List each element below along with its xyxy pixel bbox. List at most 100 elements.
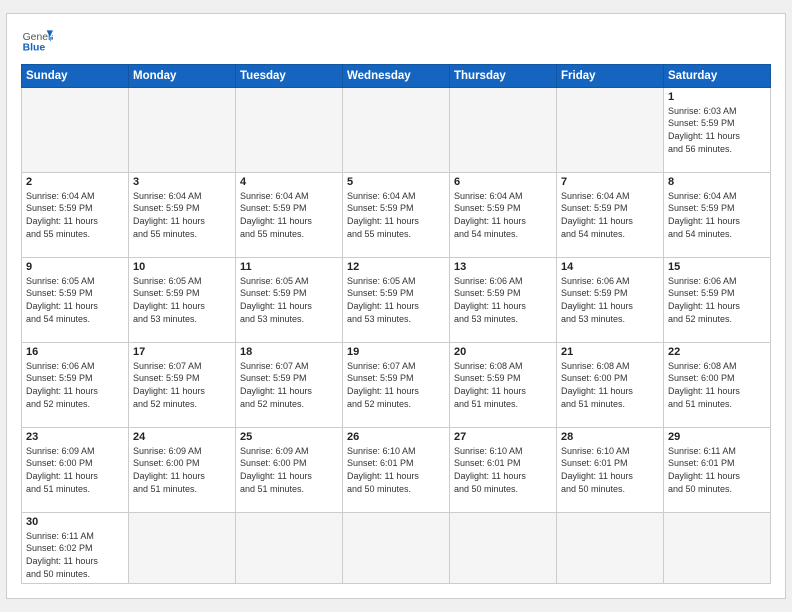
logo: General Blue: [21, 24, 53, 56]
day-number: 23: [26, 431, 124, 443]
day-number: 9: [26, 261, 124, 273]
calendar-cell: 8 Sunrise: 6:04 AM Sunset: 5:59 PM Daylig…: [664, 172, 771, 257]
calendar-cell: 7 Sunrise: 6:04 AM Sunset: 5:59 PM Daylig…: [557, 172, 664, 257]
day-info: Sunrise: 6:10 AM Sunset: 6:01 PM Dayligh…: [561, 445, 659, 495]
calendar-cell: 16 Sunrise: 6:06 AM Sunset: 5:59 PM Dayli…: [22, 342, 129, 427]
calendar-cell: 19 Sunrise: 6:07 AM Sunset: 5:59 PM Dayli…: [343, 342, 450, 427]
calendar-cell: 23 Sunrise: 6:09 AM Sunset: 6:00 PM Dayli…: [22, 427, 129, 512]
calendar-cell: 14Sunrise: 6:06 AM Sunset: 5:59 PM Dayli…: [557, 257, 664, 342]
day-info: Sunrise: 6:04 AM Sunset: 5:59 PM Dayligh…: [240, 190, 338, 240]
calendar-cell: 24 Sunrise: 6:09 AM Sunset: 6:00 PM Dayli…: [129, 427, 236, 512]
week-row-5: 23 Sunrise: 6:09 AM Sunset: 6:00 PM Dayli…: [22, 427, 771, 512]
calendar-cell: 20 Sunrise: 6:08 AM Sunset: 5:59 PM Dayli…: [450, 342, 557, 427]
week-row-4: 16 Sunrise: 6:06 AM Sunset: 5:59 PM Dayli…: [22, 342, 771, 427]
day-info: Sunrise: 6:03 AM Sunset: 5:59 PM Dayligh…: [668, 105, 766, 155]
day-info: Sunrise: 6:04 AM Sunset: 5:59 PM Dayligh…: [133, 190, 231, 240]
day-number: 5: [347, 176, 445, 188]
day-number: 7: [561, 176, 659, 188]
calendar-cell: [236, 87, 343, 172]
day-number: 10: [133, 261, 231, 273]
day-number: 17: [133, 346, 231, 358]
day-info: Sunrise: 6:11 AM Sunset: 6:01 PM Dayligh…: [668, 445, 766, 495]
day-info: Sunrise: 6:08 AM Sunset: 5:59 PM Dayligh…: [454, 360, 552, 410]
calendar-cell: [450, 512, 557, 583]
calendar-cell: 3Sunrise: 6:04 AM Sunset: 5:59 PM Daylig…: [129, 172, 236, 257]
header: General Blue: [21, 24, 771, 56]
day-info: Sunrise: 6:04 AM Sunset: 5:59 PM Dayligh…: [668, 190, 766, 240]
day-info: Sunrise: 6:06 AM Sunset: 5:59 PM Dayligh…: [561, 275, 659, 325]
day-info: Sunrise: 6:07 AM Sunset: 5:59 PM Dayligh…: [133, 360, 231, 410]
day-info: Sunrise: 6:05 AM Sunset: 5:59 PM Dayligh…: [347, 275, 445, 325]
svg-text:Blue: Blue: [23, 42, 46, 53]
weekday-header-sunday: Sunday: [22, 64, 129, 87]
calendar-cell: [557, 87, 664, 172]
day-info: Sunrise: 6:09 AM Sunset: 6:00 PM Dayligh…: [26, 445, 124, 495]
day-number: 19: [347, 346, 445, 358]
day-info: Sunrise: 6:05 AM Sunset: 5:59 PM Dayligh…: [240, 275, 338, 325]
day-info: Sunrise: 6:05 AM Sunset: 5:59 PM Dayligh…: [26, 275, 124, 325]
day-info: Sunrise: 6:04 AM Sunset: 5:59 PM Dayligh…: [347, 190, 445, 240]
day-number: 29: [668, 431, 766, 443]
calendar-cell: 25 Sunrise: 6:09 AM Sunset: 6:00 PM Dayli…: [236, 427, 343, 512]
day-number: 27: [454, 431, 552, 443]
calendar-cell: [664, 512, 771, 583]
calendar-cell: 22 Sunrise: 6:08 AM Sunset: 6:00 PM Dayli…: [664, 342, 771, 427]
day-number: 21: [561, 346, 659, 358]
calendar-cell: [343, 512, 450, 583]
day-number: 26: [347, 431, 445, 443]
day-number: 25: [240, 431, 338, 443]
calendar-container: General Blue SundayMondayTuesdayWednesda…: [6, 13, 786, 599]
day-number: 1: [668, 91, 766, 103]
week-row-1: 1 Sunrise: 6:03 AM Sunset: 5:59 PM Daylig…: [22, 87, 771, 172]
weekday-header-friday: Friday: [557, 64, 664, 87]
day-info: Sunrise: 6:08 AM Sunset: 6:00 PM Dayligh…: [561, 360, 659, 410]
day-info: Sunrise: 6:10 AM Sunset: 6:01 PM Dayligh…: [347, 445, 445, 495]
day-number: 22: [668, 346, 766, 358]
calendar-cell: 10 Sunrise: 6:05 AM Sunset: 5:59 PM Dayli…: [129, 257, 236, 342]
calendar-cell: 28Sunrise: 6:10 AM Sunset: 6:01 PM Dayli…: [557, 427, 664, 512]
day-info: Sunrise: 6:04 AM Sunset: 5:59 PM Dayligh…: [454, 190, 552, 240]
calendar-cell: 2Sunrise: 6:04 AM Sunset: 5:59 PM Daylig…: [22, 172, 129, 257]
day-number: 8: [668, 176, 766, 188]
weekday-header-tuesday: Tuesday: [236, 64, 343, 87]
day-number: 11: [240, 261, 338, 273]
day-number: 16: [26, 346, 124, 358]
day-info: Sunrise: 6:05 AM Sunset: 5:59 PM Dayligh…: [133, 275, 231, 325]
day-info: Sunrise: 6:04 AM Sunset: 5:59 PM Dayligh…: [561, 190, 659, 240]
day-number: 4: [240, 176, 338, 188]
calendar-cell: 13Sunrise: 6:06 AM Sunset: 5:59 PM Dayli…: [450, 257, 557, 342]
calendar-cell: [129, 87, 236, 172]
day-number: 6: [454, 176, 552, 188]
calendar-cell: 5 Sunrise: 6:04 AM Sunset: 5:59 PM Daylig…: [343, 172, 450, 257]
day-number: 15: [668, 261, 766, 273]
calendar-cell: 30 Sunrise: 6:11 AM Sunset: 6:02 PM Dayli…: [22, 512, 129, 583]
calendar-cell: 29 Sunrise: 6:11 AM Sunset: 6:01 PM Dayli…: [664, 427, 771, 512]
day-number: 2: [26, 176, 124, 188]
day-info: Sunrise: 6:07 AM Sunset: 5:59 PM Dayligh…: [240, 360, 338, 410]
week-row-2: 2 Sunrise: 6:04 AM Sunset: 5:59 PM Daylig…: [22, 172, 771, 257]
day-number: 13: [454, 261, 552, 273]
calendar-cell: 15Sunrise: 6:06 AM Sunset: 5:59 PM Dayli…: [664, 257, 771, 342]
day-info: Sunrise: 6:07 AM Sunset: 5:59 PM Dayligh…: [347, 360, 445, 410]
calendar-cell: [129, 512, 236, 583]
day-number: 18: [240, 346, 338, 358]
day-info: Sunrise: 6:08 AM Sunset: 6:00 PM Dayligh…: [668, 360, 766, 410]
weekday-header-row: SundayMondayTuesdayWednesdayThursdayFrid…: [22, 64, 771, 87]
day-info: Sunrise: 6:06 AM Sunset: 5:59 PM Dayligh…: [26, 360, 124, 410]
calendar-cell: 21 Sunrise: 6:08 AM Sunset: 6:00 PM Dayli…: [557, 342, 664, 427]
calendar-cell: [22, 87, 129, 172]
calendar-cell: 9 Sunrise: 6:05 AM Sunset: 5:59 PM Daylig…: [22, 257, 129, 342]
calendar-cell: [450, 87, 557, 172]
day-number: 30: [26, 516, 124, 528]
day-info: Sunrise: 6:09 AM Sunset: 6:00 PM Dayligh…: [133, 445, 231, 495]
calendar-cell: [236, 512, 343, 583]
day-number: 20: [454, 346, 552, 358]
day-info: Sunrise: 6:11 AM Sunset: 6:02 PM Dayligh…: [26, 530, 124, 580]
day-number: 12: [347, 261, 445, 273]
week-row-6: 30 Sunrise: 6:11 AM Sunset: 6:02 PM Dayli…: [22, 512, 771, 583]
calendar-cell: 26 Sunrise: 6:10 AM Sunset: 6:01 PM Dayli…: [343, 427, 450, 512]
day-number: 24: [133, 431, 231, 443]
calendar-cell: 17 Sunrise: 6:07 AM Sunset: 5:59 PM Dayli…: [129, 342, 236, 427]
day-info: Sunrise: 6:09 AM Sunset: 6:00 PM Dayligh…: [240, 445, 338, 495]
week-row-3: 9 Sunrise: 6:05 AM Sunset: 5:59 PM Daylig…: [22, 257, 771, 342]
